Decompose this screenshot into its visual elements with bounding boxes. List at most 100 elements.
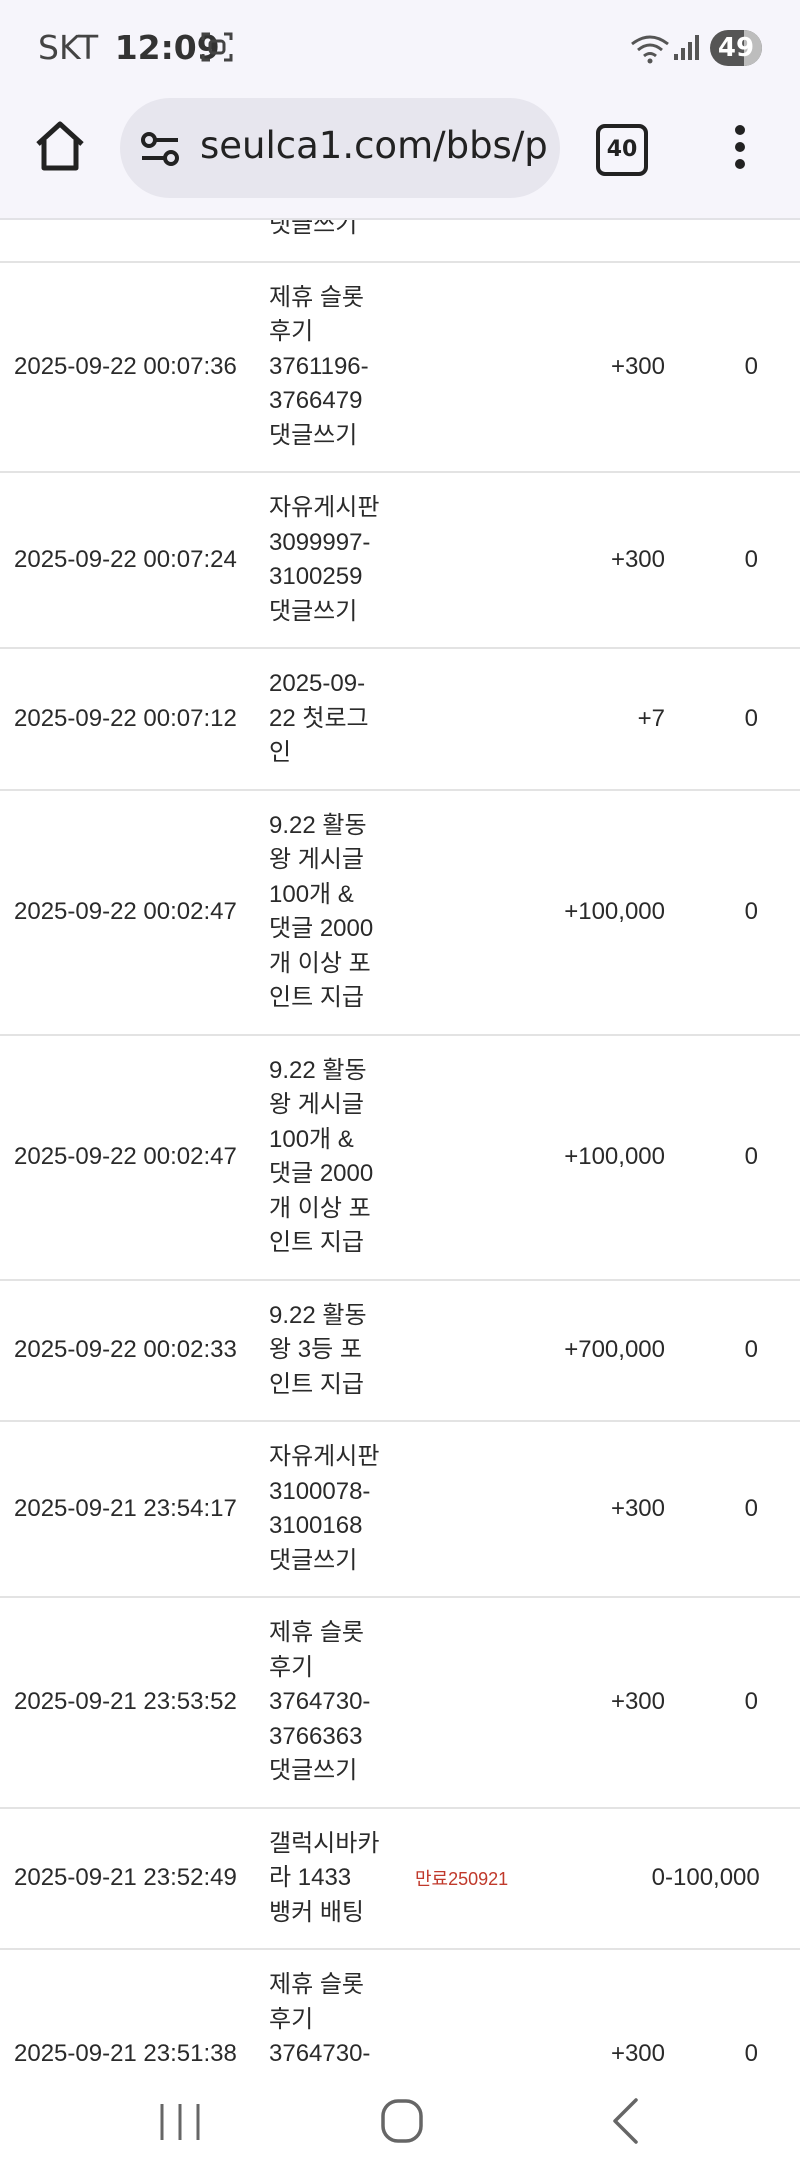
row-content-line: 왕 게시글 [269, 1091, 364, 1118]
row-content-line: 3761196- [269, 352, 369, 380]
row-expiry [399, 648, 543, 791]
row-content: 댓글쓰기 [269, 220, 399, 263]
address-bar[interactable]: seulca1.com/bbs/p [120, 98, 560, 198]
row-used-points: 0 [665, 1279, 800, 1422]
points-history-body: 댓글쓰기 2025-09-22 00:07:36 제휴 슬롯 후기 3761196- 37… [0, 220, 800, 2064]
row-content-line: 댓글쓰기 [269, 421, 358, 449]
table-row: 2025-09-21 23:51:38제휴 슬롯후기3764730-376634… [0, 1949, 800, 2064]
row-earned-points: +300 [543, 1949, 665, 2064]
status-bar: SKT 12:09 49 [0, 0, 800, 96]
system-nav-bar [0, 2064, 800, 2180]
row-content-line: 자유게시판 [269, 1443, 380, 1470]
row-earned-points: +7 [543, 648, 665, 791]
row-content-line: 제휴 슬롯 [269, 283, 364, 311]
row-content-line: 100개 & [269, 880, 354, 908]
row-content: 2025-09- 22 첫로그 인 [269, 648, 399, 791]
row-content-line: 인 [269, 739, 292, 766]
row-content-line: 뱅커 배팅 [269, 1898, 364, 1926]
row-content-line: 9.22 활동 [269, 1056, 367, 1084]
row-expiry [399, 220, 543, 263]
table-row: 2025-09-21 23:52:49 갤럭시바카라 1433 뱅커 배팅 만료250… [0, 1807, 800, 1950]
browser-toolbar: seulca1.com/bbs/p 40 [0, 96, 800, 220]
more-vert-icon[interactable] [720, 122, 760, 172]
row-content: 9.22 활동 왕 게시글 100개 & 댓글 2000 개 이상 포 인트 지급 [269, 789, 399, 1036]
url-text[interactable]: seulca1.com/bbs/p [200, 124, 548, 167]
row-date: 2025-09-22 00:02:47 [0, 789, 269, 1036]
row-earned-points: +100,000 [543, 789, 665, 1036]
row-date: 2025-09-21 23:51:38 [0, 1949, 269, 2064]
row-expiry [399, 1597, 543, 1809]
row-earned-points: +100,000 [543, 1034, 665, 1281]
row-content-line: 3764730- [269, 1688, 371, 1715]
row-used-points: 0 [665, 648, 800, 791]
row-content-line: 100개 & [269, 1125, 354, 1153]
row-used-points: 0 [665, 1034, 800, 1281]
table-row: 2025-09-22 00:07:12 2025-09- 22 첫로그 인 +7 0 [0, 648, 800, 791]
battery-icon: 49 [710, 30, 762, 66]
row-earned-points: +300 [543, 1597, 665, 1809]
row-content-line: 3100168 [269, 1512, 363, 1539]
row-expiry [399, 1034, 543, 1281]
row-content-line: 후기 [269, 1653, 314, 1681]
row-content-line: 3766479 [269, 387, 363, 414]
row-used-points: 0 [665, 1949, 800, 2064]
table-row: 댓글쓰기 [0, 220, 800, 263]
row-date: 2025-09-21 23:52:49 [0, 1807, 269, 1950]
row-expiry [399, 1421, 543, 1598]
row-used-points: 0 [665, 261, 800, 473]
row-content-line: 댓글쓰기 [269, 1546, 358, 1574]
row-date: 2025-09-22 00:02:33 [0, 1279, 269, 1422]
carrier-time: SKT 12:09 [38, 28, 220, 67]
row-used-points: 0 [665, 1597, 800, 1809]
table-row: 2025-09-21 23:53:52 제휴 슬롯 후기 3764730- 376636… [0, 1597, 800, 1809]
screen-record-icon [201, 32, 233, 62]
row-content-line: 갤럭시바카 [269, 1829, 380, 1857]
recent-apps-icon[interactable] [158, 2100, 202, 2144]
row-content-line: 인트 지급 [269, 984, 364, 1011]
row-content-line: 댓글쓰기 [269, 1757, 358, 1784]
row-content-line: 9.22 활동 [269, 1301, 367, 1329]
points-history-table: 댓글쓰기 2025-09-22 00:07:36 제휴 슬롯 후기 3761196- 37… [0, 220, 800, 2064]
row-used-points [665, 220, 800, 263]
row-content-line: 댓글 2000 [269, 915, 374, 942]
row-content-line: 개 이상 포 [269, 949, 371, 977]
page-content[interactable]: 댓글쓰기 2025-09-22 00:07:36 제휴 슬롯 후기 3761196- 37… [0, 220, 800, 2064]
row-earned-points [543, 220, 665, 263]
table-row: 2025-09-22 00:02:33 9.22 활동왕 3등 포인트 지급 +70… [0, 1279, 800, 1422]
site-settings-icon[interactable] [140, 132, 180, 166]
carrier-name: SKT [38, 28, 99, 67]
row-earned-points: 0 [543, 1807, 665, 1950]
row-content-line: 왕 3등 포 [269, 1336, 362, 1363]
row-content-line: 인트 지급 [269, 1229, 364, 1256]
row-content-line: 3100078- [269, 1477, 371, 1505]
row-expiry [399, 472, 543, 649]
row-expiry [399, 789, 543, 1036]
back-icon[interactable] [610, 2096, 640, 2146]
row-earned-points: +700,000 [543, 1279, 665, 1422]
row-content-line: 라 1433 [269, 1864, 352, 1891]
tabs-button[interactable]: 40 [596, 124, 648, 176]
row-expiry [399, 1949, 543, 2064]
row-content-line: 제휴 슬롯 [269, 1619, 364, 1646]
table-row: 2025-09-22 00:07:36 제휴 슬롯 후기 3761196- 376647… [0, 261, 800, 473]
table-row: 2025-09-22 00:02:47 9.22 활동 왕 게시글 100개 & 댓글 … [0, 1034, 800, 1281]
row-date: 2025-09-22 00:07:24 [0, 472, 269, 649]
row-used-points: 0 [665, 472, 800, 649]
row-content-line: 제휴 슬롯 [269, 1971, 364, 1998]
row-expiry [399, 261, 543, 473]
row-content-line: 자유게시판 [269, 494, 380, 521]
row-content-line: 인트 지급 [269, 1370, 364, 1398]
row-content-line: 22 첫로그 [269, 704, 369, 732]
row-content: 9.22 활동왕 3등 포인트 지급 [269, 1279, 399, 1422]
home-circle-icon[interactable] [380, 2098, 424, 2144]
row-content: 자유게시판 3099997- 3100259 댓글쓰기 [269, 472, 399, 649]
row-used-points: 0 [665, 789, 800, 1036]
row-content-line: 9.22 활동 [269, 811, 367, 839]
row-content: 자유게시판 3100078- 3100168 댓글쓰기 [269, 1421, 399, 1598]
row-date [0, 220, 269, 263]
table-row: 2025-09-22 00:07:24 자유게시판 3099997- 3100259 댓… [0, 472, 800, 649]
row-earned-points: +300 [543, 1421, 665, 1598]
home-icon[interactable] [30, 116, 90, 176]
row-expiry: 만료250921 [399, 1807, 543, 1950]
row-content-line: 3100259 [269, 563, 363, 590]
